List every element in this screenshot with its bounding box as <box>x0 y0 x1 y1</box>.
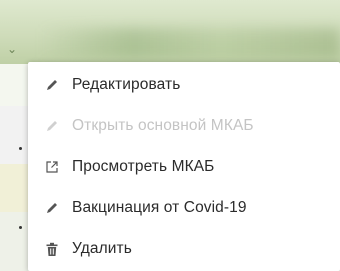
menu-item-label: Редактировать <box>72 76 181 93</box>
chevron-down-icon[interactable]: ⌄ <box>7 42 17 56</box>
menu-item-edit[interactable]: Редактировать <box>28 66 340 104</box>
pencil-icon <box>42 75 62 95</box>
context-menu: Редактировать Открыть основной МКАБ Прос… <box>28 62 340 271</box>
row-expander-dot[interactable] <box>19 226 22 229</box>
menu-item-delete[interactable]: Удалить <box>28 230 340 268</box>
trash-icon <box>42 239 62 259</box>
menu-item-covid-vaccination[interactable]: Вакцинация от Covid-19 <box>28 189 340 227</box>
background-header-blur <box>40 28 340 58</box>
row-expander-dot[interactable] <box>19 147 22 150</box>
pencil-icon <box>42 198 62 218</box>
external-link-icon <box>42 157 62 177</box>
menu-item-label: Просмотреть МКАБ <box>72 158 215 175</box>
menu-item-label: Вакцинация от Covid-19 <box>72 199 247 216</box>
menu-item-view-mkab[interactable]: Просмотреть МКАБ <box>28 148 340 186</box>
menu-item-open-main-mkab[interactable]: Открыть основной МКАБ <box>28 107 340 145</box>
menu-item-label: Удалить <box>72 240 132 257</box>
menu-item-label: Открыть основной МКАБ <box>72 117 254 134</box>
pencil-icon <box>42 116 62 136</box>
background-header <box>0 0 340 64</box>
